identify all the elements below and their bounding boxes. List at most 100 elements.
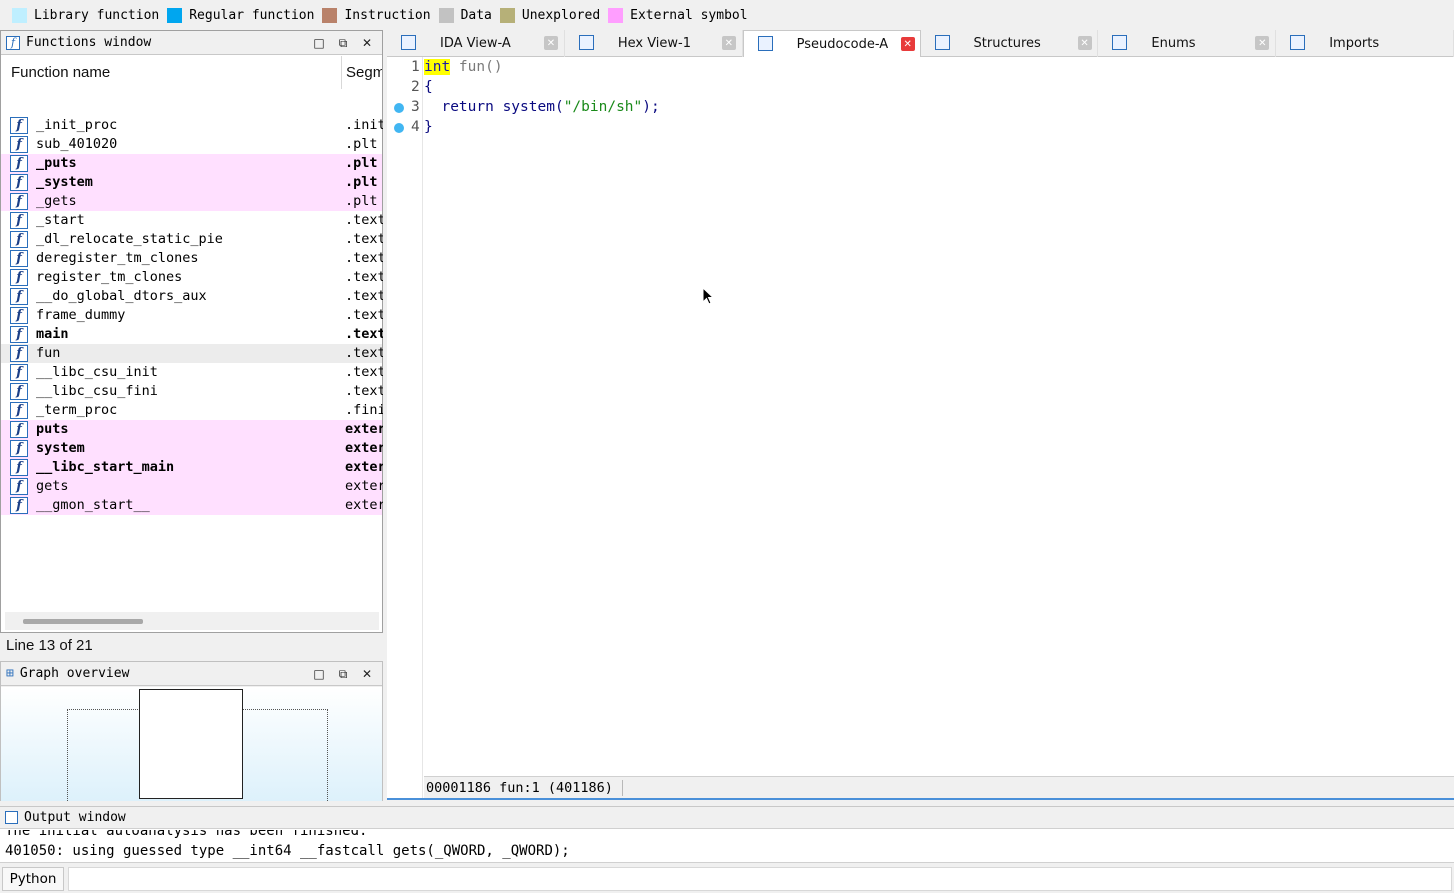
function-name[interactable]: gets: [36, 478, 69, 494]
tab-label[interactable]: Hex View-1: [618, 36, 691, 51]
function-segment: extern: [345, 421, 383, 437]
column-segment[interactable]: Segm: [346, 64, 382, 81]
line-count: Line 13 of 21: [6, 637, 93, 654]
function-name[interactable]: _init_proc: [36, 117, 117, 133]
close-icon[interactable]: ✕: [358, 34, 376, 52]
function-row[interactable]: f _puts .plt: [1, 154, 382, 173]
graph-viewport[interactable]: [139, 689, 243, 799]
maximize-icon[interactable]: □: [310, 34, 328, 52]
python-language-button[interactable]: Python: [2, 867, 64, 891]
legend-item: External symbol: [608, 7, 748, 23]
function-row[interactable]: f __gmon_start__ extern: [1, 496, 383, 515]
function-name[interactable]: system: [36, 440, 85, 456]
function-row[interactable]: fgets extern: [1, 477, 383, 496]
tab-label[interactable]: Enums: [1151, 36, 1195, 51]
function-name[interactable]: _system: [36, 174, 93, 190]
tab-imports[interactable]: Imports: [1276, 30, 1454, 57]
function-row[interactable]: f fun .text: [1, 344, 383, 363]
legend-swatch: [438, 7, 454, 23]
function-row[interactable]: f deregister_tm_clones .text: [1, 249, 383, 268]
code-line-1[interactable]: int fun(): [387, 58, 1454, 78]
function-row[interactable]: fsystem extern: [1, 439, 383, 458]
function-name[interactable]: __libc_csu_init: [36, 364, 158, 380]
function-row[interactable]: f __libc_csu_fini .text: [1, 382, 383, 401]
function-name[interactable]: _start: [36, 212, 85, 228]
legend-swatch: [167, 7, 183, 23]
graph-overview-canvas[interactable]: [1, 687, 382, 801]
function-name[interactable]: _term_proc: [36, 402, 117, 418]
function-row[interactable]: f __libc_start_main extern: [1, 458, 383, 477]
code-line-4[interactable]: }: [387, 118, 1454, 138]
system-call[interactable]: system(: [503, 99, 564, 115]
tab-label[interactable]: Structures: [974, 36, 1041, 51]
tab-close-icon[interactable]: ✕: [1077, 36, 1092, 50]
function-name[interactable]: register_tm_clones: [36, 269, 182, 285]
splitter-bar[interactable]: [387, 798, 1454, 800]
tab-close-icon[interactable]: ✕: [544, 36, 558, 50]
tab-ida-view-a[interactable]: IDA View-A ✕: [387, 30, 565, 57]
pseudocode-view[interactable]: 1234 int fun() { return system("/bin/sh"…: [387, 57, 1454, 798]
function-icon: f: [10, 288, 28, 305]
tab-close-icon[interactable]: ✕: [1255, 36, 1270, 50]
tab-structures[interactable]: Structures ✕: [921, 30, 1099, 57]
function-row[interactable]: f __libc_csu_init .text: [1, 363, 383, 382]
functions-window-title: Functions window: [26, 35, 152, 50]
function-name[interactable]: frame_dummy: [36, 307, 125, 323]
graph-overview-titlebar[interactable]: ⊞ Graph overview □ ⧉ ✕: [1, 662, 382, 686]
code-line-2[interactable]: {: [387, 78, 1454, 98]
column-function-name[interactable]: Function name: [11, 64, 110, 81]
function-row[interactable]: fputs extern: [1, 420, 383, 439]
function-row[interactable]: f _dl_relocate_static_pie .text: [1, 230, 383, 249]
tab-label[interactable]: Pseudocode-A: [797, 37, 888, 52]
tab-pseudocode-a[interactable]: Pseudocode-A ✕: [742, 30, 921, 58]
command-input[interactable]: [68, 867, 1452, 891]
function-signature[interactable]: fun(): [450, 59, 503, 75]
tab-hex-view-1[interactable]: Hex View-1 ✕: [565, 30, 743, 57]
function-row[interactable]: f _init_proc .init: [1, 116, 383, 135]
restore-icon[interactable]: ⧉: [334, 665, 352, 683]
function-name[interactable]: sub_401020: [36, 136, 117, 152]
function-name[interactable]: _puts: [36, 155, 77, 171]
function-row[interactable]: f __do_global_dtors_aux .text: [1, 287, 383, 306]
function-name[interactable]: main: [36, 326, 69, 342]
code-line-3[interactable]: return system("/bin/sh");: [387, 98, 1454, 118]
function-row[interactable]: f register_tm_clones .text: [1, 268, 383, 287]
function-list: f _init_proc .init f sub_401020 .plt f _puts .pl…: [1, 116, 383, 515]
function-icon: f: [10, 440, 28, 457]
function-row[interactable]: f frame_dummy .text: [1, 306, 383, 325]
function-row[interactable]: f _gets .plt: [1, 192, 382, 211]
maximize-icon[interactable]: □: [310, 665, 328, 683]
function-name[interactable]: puts: [36, 421, 69, 437]
legend-item: Library function: [12, 7, 159, 23]
output-window-titlebar[interactable]: Output window: [0, 807, 1454, 829]
function-icon: f: [10, 250, 28, 267]
tab-close-icon[interactable]: ✕: [721, 36, 736, 50]
column-divider[interactable]: [341, 56, 342, 89]
function-row[interactable]: f _term_proc .fini: [1, 401, 383, 420]
function-name[interactable]: __libc_start_main: [36, 459, 174, 475]
function-row[interactable]: f _system .plt: [1, 173, 382, 192]
function-name[interactable]: deregister_tm_clones: [36, 250, 199, 266]
tab-label[interactable]: IDA View-A: [440, 36, 511, 51]
graph-overview-window: ⊞ Graph overview □ ⧉ ✕: [0, 661, 383, 801]
function-name[interactable]: __do_global_dtors_aux: [36, 288, 207, 304]
string-literal[interactable]: "/bin/sh": [564, 99, 643, 115]
restore-icon[interactable]: ⧉: [334, 34, 352, 52]
scrollbar-thumb[interactable]: [23, 619, 143, 624]
function-name[interactable]: _dl_relocate_static_pie: [36, 231, 223, 247]
function-name[interactable]: fun: [36, 345, 60, 361]
function-row[interactable]: f _start .text: [1, 211, 383, 230]
keyword-int[interactable]: int: [424, 59, 451, 75]
function-segment: .text: [345, 345, 383, 361]
functions-window-titlebar[interactable]: f Functions window □ ⧉ ✕: [1, 31, 382, 55]
tab-close-icon[interactable]: ✕: [900, 37, 915, 51]
horizontal-scrollbar[interactable]: [5, 612, 379, 630]
function-name[interactable]: __libc_csu_fini: [36, 383, 158, 399]
tab-label[interactable]: Imports: [1329, 36, 1379, 51]
function-row[interactable]: f sub_401020 .plt: [1, 135, 382, 154]
function-name[interactable]: __gmon_start__: [36, 497, 150, 513]
function-name[interactable]: _gets: [36, 193, 77, 209]
function-row[interactable]: f main .text: [1, 325, 383, 344]
close-icon[interactable]: ✕: [358, 665, 376, 683]
tab-enums[interactable]: Enums ✕: [1098, 30, 1277, 57]
